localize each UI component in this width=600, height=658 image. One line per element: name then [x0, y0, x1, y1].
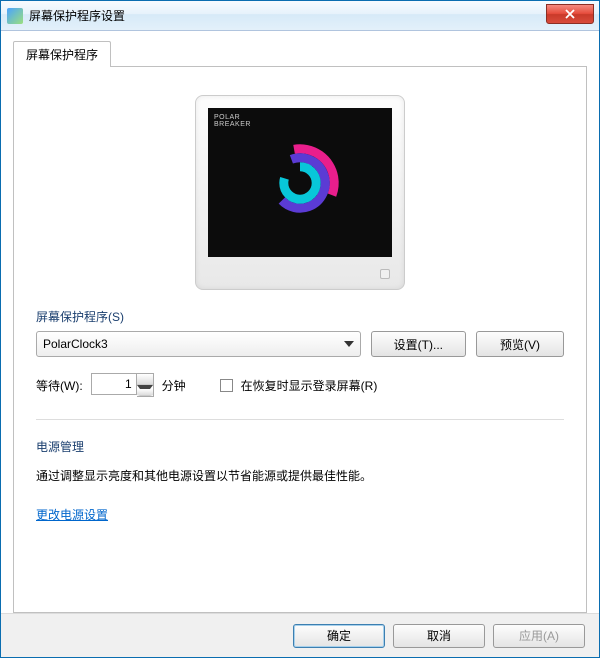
- apply-button-label: 应用(A): [519, 627, 559, 644]
- preview-area: POLAR BREAKER: [36, 95, 564, 290]
- cancel-button[interactable]: 取消: [393, 624, 485, 648]
- triangle-up-icon: [137, 374, 153, 385]
- tab-label: 屏幕保护程序: [26, 48, 98, 62]
- settings-button[interactable]: 设置(T)...: [371, 331, 466, 357]
- close-icon: [565, 9, 575, 19]
- polar-clock-icon: [255, 138, 345, 228]
- power-title: 电源管理: [36, 438, 564, 455]
- screensaver-row: PolarClock3 设置(T)... 预览(V): [36, 331, 564, 357]
- preview-brand-text: POLAR BREAKER: [214, 114, 251, 128]
- chevron-down-icon: [344, 341, 354, 347]
- settings-button-label: 设置(T)...: [394, 336, 443, 353]
- resume-label: 在恢复时显示登录屏幕(R): [241, 377, 378, 394]
- cancel-button-label: 取消: [427, 627, 451, 644]
- preview-button[interactable]: 预览(V): [476, 331, 564, 357]
- apply-button[interactable]: 应用(A): [493, 624, 585, 648]
- tab-screensaver[interactable]: 屏幕保护程序: [13, 41, 111, 67]
- wait-label: 等待(W):: [36, 377, 83, 394]
- preview-button-label: 预览(V): [500, 336, 540, 353]
- power-group: 电源管理 通过调整显示亮度和其他电源设置以节省能源或提供最佳性能。 更改电源设置: [36, 438, 564, 523]
- monitor-power-icon: [380, 269, 390, 279]
- screensaver-label: 屏幕保护程序(S): [36, 308, 564, 325]
- tab-strip: 屏幕保护程序: [13, 41, 587, 67]
- dropdown-value: PolarClock3: [43, 337, 108, 351]
- power-settings-link[interactable]: 更改电源设置: [36, 508, 108, 522]
- dialog-button-bar: 确定 取消 应用(A): [1, 613, 599, 657]
- window-title: 屏幕保护程序设置: [29, 7, 125, 24]
- screensaver-dropdown[interactable]: PolarClock3: [36, 331, 361, 357]
- tab-panel: POLAR BREAKER 屏幕保护程序(S) PolarClock3: [13, 67, 587, 613]
- app-icon: [7, 8, 23, 24]
- divider: [36, 419, 564, 420]
- spinner-buttons: [137, 373, 154, 397]
- resume-checkbox[interactable]: [220, 379, 233, 392]
- ok-button-label: 确定: [327, 627, 351, 644]
- wait-input[interactable]: [91, 373, 137, 395]
- power-description: 通过调整显示亮度和其他电源设置以节省能源或提供最佳性能。: [36, 467, 564, 486]
- ok-button[interactable]: 确定: [293, 624, 385, 648]
- wait-row: 等待(W): 分钟 在恢复时显示登录屏幕(R): [36, 373, 564, 397]
- client-area: 屏幕保护程序 POLAR BREAKER 屏幕保护程: [1, 31, 599, 613]
- close-button[interactable]: [546, 4, 594, 24]
- dialog-window: 屏幕保护程序设置 屏幕保护程序 POLAR BREAKER: [0, 0, 600, 658]
- spin-up-button[interactable]: [137, 374, 153, 385]
- wait-spinner: [91, 373, 154, 397]
- preview-screen: POLAR BREAKER: [208, 108, 392, 257]
- titlebar: 屏幕保护程序设置: [1, 1, 599, 31]
- wait-unit: 分钟: [162, 377, 186, 394]
- monitor-frame: POLAR BREAKER: [195, 95, 405, 290]
- spin-down-button[interactable]: [137, 385, 153, 396]
- triangle-down-icon: [137, 385, 153, 396]
